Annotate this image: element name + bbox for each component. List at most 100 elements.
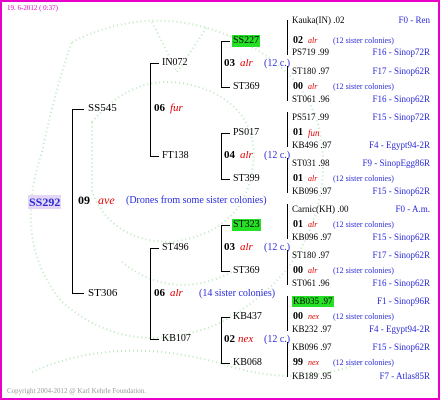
gen3-mid-number-1: 02 — [293, 35, 303, 46]
line — [287, 112, 288, 147]
root-race: ave — [98, 193, 115, 207]
gen4-left-4[interactable]: ST061 .96 — [292, 95, 330, 104]
father-race: fur — [170, 102, 183, 114]
gen3-bee-id-7[interactable]: KB437 — [233, 312, 262, 322]
gen3-mid-race-6: alr — [308, 266, 318, 275]
line — [287, 20, 288, 55]
gen2-ff-race: alr — [240, 57, 253, 69]
gen3-mid-number-3: 01 — [293, 127, 303, 138]
gen4-left-8[interactable]: KB096 .97 — [292, 187, 332, 196]
gen2-mf-note: (12 c.) — [264, 242, 291, 253]
line — [287, 296, 288, 331]
gen2-mm-number: 02 — [224, 333, 235, 345]
gen2-fm-note: (12 c.) — [264, 150, 291, 161]
gen4-left-3[interactable]: ST180 .97 — [292, 67, 330, 76]
root-bee-id[interactable]: SS292 — [28, 195, 62, 209]
gen2-ff-number: 03 — [224, 57, 235, 69]
line — [72, 293, 84, 294]
gen4-right-3: F17 - Sinop62R — [372, 66, 430, 76]
gen2-mf-race: alr — [240, 241, 253, 253]
gen3-mid-note-5: (12 sister colonies) — [333, 220, 394, 229]
gen2-fm-number: 04 — [224, 149, 235, 161]
gen3-mid-number-4: 01 — [293, 173, 303, 184]
gen4-left-16[interactable]: KB189 .95 — [292, 372, 332, 381]
line — [150, 156, 159, 157]
line — [287, 158, 288, 193]
gen4-right-11: F17 - Sinop62R — [372, 250, 430, 260]
line — [221, 179, 230, 180]
gen3-mid-number-2: 00 — [293, 81, 303, 92]
line — [221, 225, 222, 271]
gen4-left-5[interactable]: PS517 .99 — [292, 113, 329, 122]
gen4-right-7: F9 - SinopEgg86R — [362, 158, 430, 168]
gen3-bee-id-4[interactable]: ST399 — [233, 174, 260, 184]
footer-copyright: Copyright 2004-2012 @ Karl Kehrle Founda… — [7, 387, 147, 395]
gen3-bee-id-6[interactable]: ST369 — [233, 266, 260, 276]
gen3-mid-race-3: fun — [308, 128, 320, 138]
gen4-left-12[interactable]: ST061 .96 — [292, 279, 330, 288]
gen2-mf-number: 03 — [224, 241, 235, 253]
gen4-left-1[interactable]: Kauka(IN) .02 — [292, 16, 344, 25]
gen2-fm-bee-id[interactable]: FT138 — [162, 151, 189, 161]
gen4-left-2[interactable]: PS719 .99 — [292, 48, 329, 57]
gen3-mid-race-4: alr — [308, 174, 318, 183]
mother-race: alr — [170, 287, 183, 299]
mother-bee-id[interactable]: ST306 — [88, 288, 117, 299]
gen3-mid-note-1: (12 sister colonies) — [333, 36, 394, 45]
gen3-mid-note-8: (12 sister colonies) — [333, 358, 394, 367]
gen4-left-10[interactable]: KB096 .97 — [292, 233, 332, 242]
gen2-mm-bee-id[interactable]: KB107 — [162, 334, 191, 344]
gen4-right-2: F16 - Sinop72R — [372, 47, 430, 57]
gen4-right-8: F15 - Sinop62R — [372, 186, 430, 196]
gen3-mid-note-4: (12 sister colonies) — [333, 174, 394, 183]
header-date: 19. 6-2012 ( 0:37) — [7, 4, 58, 12]
gen3-bee-id-5[interactable]: ST323 — [232, 219, 261, 231]
gen3-bee-id-1[interactable]: SS227 — [232, 35, 261, 47]
line — [221, 41, 222, 87]
line — [72, 109, 84, 110]
line — [221, 87, 230, 88]
gen3-mid-race-7: nex — [308, 312, 320, 321]
gen4-left-14[interactable]: KB232 .97 — [292, 325, 332, 334]
line — [221, 41, 230, 42]
gen4-right-6: F4 - Egypt94-2R — [368, 140, 430, 150]
root-gen-number: 09 — [78, 193, 90, 207]
line — [287, 342, 288, 377]
line — [150, 248, 159, 249]
gen4-left-13[interactable]: KB035 .97 — [292, 296, 334, 307]
line — [150, 248, 151, 339]
gen4-right-15: F15 - Sinop62R — [372, 342, 430, 352]
gen2-ff-bee-id[interactable]: IN072 — [162, 58, 188, 68]
gen3-bee-id-3[interactable]: PS017 — [233, 128, 259, 138]
mother-note: (14 sister colonies) — [199, 288, 276, 299]
father-bee-id[interactable]: SS545 — [88, 103, 117, 114]
gen3-mid-race-8: nex — [308, 358, 320, 367]
pedigree-frame: 19. 6-2012 ( 0:37) SS292 09 ave (Drones … — [0, 0, 440, 400]
gen4-left-15[interactable]: KB096 .97 — [292, 343, 332, 352]
gen3-mid-note-2: (12 sister colonies) — [333, 82, 394, 91]
line — [150, 63, 159, 64]
gen3-mid-note-7: (12 sister colonies) — [333, 312, 394, 321]
gen3-mid-number-8: 99 — [293, 357, 303, 368]
gen2-mm-race: nex — [238, 333, 254, 345]
gen3-bee-id-8[interactable]: KB068 — [233, 358, 262, 368]
gen4-left-6[interactable]: KB496 .97 — [292, 141, 332, 150]
gen4-left-7[interactable]: ST031 .98 — [292, 159, 330, 168]
root-note: (Drones from some sister colonies) — [126, 195, 267, 206]
line — [150, 339, 159, 340]
gen4-left-11[interactable]: ST180 .97 — [292, 251, 330, 260]
line — [287, 66, 288, 101]
gen4-left-9[interactable]: Carnic(KH) .00 — [292, 205, 348, 214]
line — [221, 317, 222, 363]
line — [221, 363, 230, 364]
line — [221, 225, 230, 226]
gen3-mid-number-7: 00 — [293, 311, 303, 322]
gen4-right-9: F0 - A.m. — [395, 204, 430, 214]
gen3-mid-race-1: alr — [308, 36, 318, 45]
gen3-mid-race-5: alr — [308, 220, 318, 229]
gen3-bee-id-2[interactable]: ST369 — [233, 82, 260, 92]
gen3-mid-race-2: alr — [308, 82, 318, 91]
gen2-mf-bee-id[interactable]: ST496 — [162, 243, 189, 253]
line — [72, 109, 73, 293]
gen4-right-12: F16 - Sinop62R — [372, 278, 430, 288]
